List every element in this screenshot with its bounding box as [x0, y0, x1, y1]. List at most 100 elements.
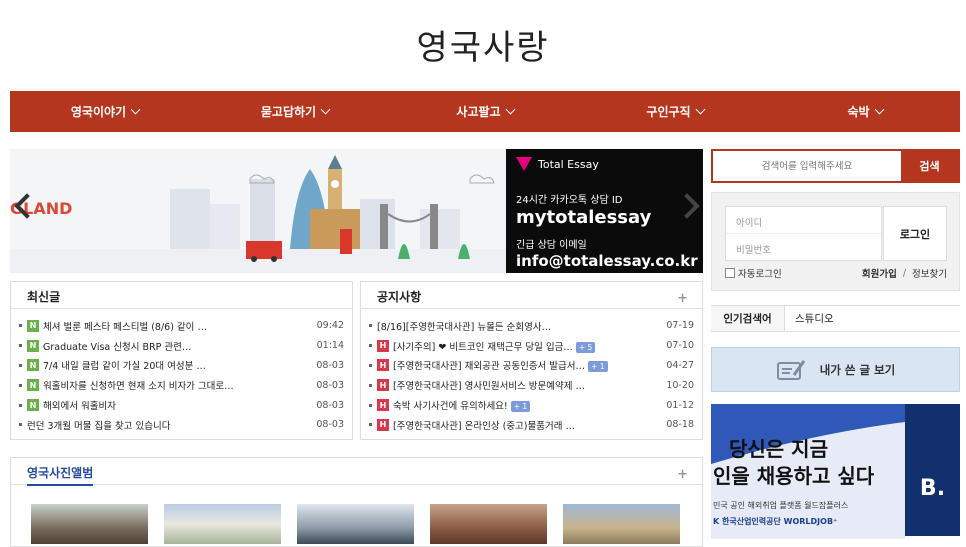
- my-posts-label: 내가 쓴 글 보기: [819, 362, 896, 377]
- album-title[interactable]: 영국사진앨범: [27, 466, 94, 486]
- notice-title-text[interactable]: 숙박 사기사건에 유의하세요! + 1: [393, 398, 660, 413]
- post-title[interactable]: 체셔 벌룬 페스타 페스티벌 (8/6) 같이 …: [43, 319, 311, 333]
- new-badge: N: [27, 399, 39, 412]
- bullet-icon: [19, 324, 22, 328]
- list-item[interactable]: H [사기주의] ❤ 비트코인 재택근무 당일 입금… + 5 07-10: [361, 336, 702, 356]
- london-skyline-illustration: [10, 149, 506, 273]
- totalessay-logo-icon: [516, 157, 532, 171]
- new-badge: N: [27, 379, 39, 392]
- album-more-plus-icon[interactable]: +: [677, 467, 688, 482]
- comment-count-badge: + 1: [510, 401, 531, 413]
- hot-badge: H: [377, 359, 389, 372]
- photo-album-section: 영국사진앨범 +: [10, 457, 703, 547]
- album-thumbnail[interactable]: [297, 504, 414, 544]
- post-title[interactable]: 7/4 내일 클럽 같이 가실 20대 여성분 …: [43, 358, 310, 372]
- notice-title-text[interactable]: [주영한국대사관] 재외공관 공동인증서 발급서… + 1: [393, 358, 660, 373]
- hot-badge: H: [377, 379, 389, 392]
- chevron-down-icon: [695, 104, 706, 115]
- bullet-icon: [369, 324, 372, 328]
- search-input[interactable]: [713, 151, 901, 181]
- bullet-icon: [19, 363, 22, 367]
- ad-side-panel: B.: [905, 404, 960, 536]
- list-item[interactable]: N Graduate Visa 신청시 BRP 관련… 01:14: [11, 336, 352, 356]
- nav-label: 영국이야기: [70, 105, 127, 119]
- hot-badge: H: [377, 339, 389, 352]
- album-thumbnail[interactable]: [563, 504, 680, 544]
- auto-login-label[interactable]: 자동로그인: [738, 266, 782, 280]
- signup-link[interactable]: 회원가입: [862, 266, 897, 280]
- my-posts-button[interactable]: 내가 쓴 글 보기: [711, 347, 960, 392]
- list-item[interactable]: N 체셔 벌룬 페스타 페스티벌 (8/6) 같이 … 09:42: [11, 316, 352, 336]
- search-button[interactable]: 검색: [901, 151, 958, 181]
- site-logo[interactable]: 영국사랑: [0, 20, 966, 69]
- notice-title-text[interactable]: [사기주의] ❤ 비트코인 재택근무 당일 입금… + 5: [393, 339, 660, 353]
- notice-title-text[interactable]: [8/16][주영한국대사관] 뉴몰든 순회영사…: [377, 319, 660, 333]
- list-item[interactable]: 런던 3개월 머물 집을 찾고 있습니다 08-03: [11, 415, 352, 435]
- post-date: 08-03: [316, 419, 344, 431]
- banner-line-3: 긴급 상담 이메일: [516, 240, 587, 251]
- totalessay-ad[interactable]: Total Essay 24시간 카카오톡 상담 ID mytotalessay…: [506, 149, 703, 273]
- auto-login-checkbox[interactable]: [725, 268, 735, 278]
- list-item[interactable]: N 워홀비자를 신청하면 현재 소지 비자가 그대로… 08-03: [11, 375, 352, 395]
- banner-line-2: mytotalessay: [516, 207, 652, 228]
- album-thumbnail[interactable]: [164, 504, 281, 544]
- nav-label: 구인구직: [646, 105, 691, 119]
- notice-date: 04-27: [666, 359, 694, 371]
- nav-item-market[interactable]: 사고팔고: [390, 91, 580, 132]
- notice-more-plus-icon[interactable]: +: [677, 291, 688, 306]
- latest-posts-title[interactable]: 최신글: [11, 282, 352, 309]
- post-date: 08-03: [316, 379, 344, 391]
- list-item[interactable]: [8/16][주영한국대사관] 뉴몰든 순회영사… 07-19: [361, 316, 702, 336]
- post-title[interactable]: 해외에서 워홀비자: [43, 398, 310, 412]
- bullet-icon: [19, 423, 22, 427]
- new-badge: N: [27, 319, 39, 332]
- nav-item-jobs[interactable]: 구인구직: [580, 91, 770, 132]
- chevron-down-icon: [320, 104, 331, 115]
- popular-searches: 인기검색어 스튜디오: [711, 305, 960, 332]
- notice-board-header: 공지사항 +: [361, 282, 702, 309]
- popular-search-item[interactable]: 스튜디오: [785, 311, 834, 326]
- login-button[interactable]: 로그인: [883, 206, 947, 261]
- list-item[interactable]: H [주영한국대사관] 영사민원서비스 방문예약제 … 10-20: [361, 375, 702, 395]
- new-badge: N: [27, 359, 39, 372]
- comment-count-badge: + 5: [575, 341, 596, 353]
- bullet-icon: [19, 403, 22, 407]
- chevron-down-icon: [505, 104, 516, 115]
- comment-count-badge: + 1: [588, 361, 608, 373]
- list-item[interactable]: H 숙박 사기사건에 유의하세요! + 1 01-12: [361, 395, 702, 415]
- notice-title-text[interactable]: [주영한국대사관] 영사민원서비스 방문예약제 …: [393, 378, 660, 392]
- banner-line-4: info@totalessay.co.kr: [516, 252, 698, 270]
- notice-title-text[interactable]: [주영한국대사관] 온라인상 (중고)물품거래 …: [393, 418, 660, 432]
- nav-item-lodging[interactable]: 숙박: [770, 91, 960, 132]
- post-title[interactable]: 워홀비자를 신청하면 현재 소지 비자가 그대로…: [43, 378, 310, 392]
- list-item[interactable]: N 해외에서 워홀비자 08-03: [11, 395, 352, 415]
- notice-date: 07-10: [666, 340, 694, 352]
- nav-item-uk-story[interactable]: 영국이야기: [10, 91, 200, 132]
- album-thumbnail[interactable]: [430, 504, 547, 544]
- password-field[interactable]: 비밀번호: [726, 234, 881, 261]
- bullet-icon: [369, 363, 372, 367]
- post-date: 08-03: [316, 359, 344, 371]
- worldjob-ad[interactable]: 당신은 지금 인을 채용하고 싶다 민국 공인 해외취업 플랫폼 월드잡플러스 …: [711, 404, 960, 539]
- username-field[interactable]: 아이디: [726, 207, 881, 234]
- nav-item-qna[interactable]: 묻고답하기: [200, 91, 390, 132]
- totalessay-brand: Total Essay: [516, 157, 693, 171]
- notice-title[interactable]: 공지사항: [377, 290, 421, 304]
- find-info-link[interactable]: 정보찾기: [912, 266, 947, 280]
- list-item[interactable]: H [주영한국대사관] 온라인상 (중고)물품거래 … 08-18: [361, 415, 702, 435]
- post-date: 09:42: [316, 320, 344, 332]
- album-thumbnail[interactable]: [31, 504, 148, 544]
- ad-headline-1: 당신은 지금: [729, 437, 828, 461]
- hot-badge: H: [377, 418, 389, 431]
- bullet-icon: [19, 383, 22, 387]
- notice-title-label: [사기주의] ❤ 비트코인 재택근무 당일 입금…: [393, 341, 573, 353]
- main-banner[interactable]: GLAND Total Essay 24시간 카카오톡 상담 ID mytota…: [10, 149, 703, 273]
- post-title[interactable]: Graduate Visa 신청시 BRP 관련…: [43, 339, 311, 353]
- list-item[interactable]: N 7/4 내일 클럽 같이 가실 20대 여성분 … 08-03: [11, 356, 352, 376]
- chevron-down-icon: [130, 104, 141, 115]
- post-title[interactable]: 런던 3개월 머물 집을 찾고 있습니다: [27, 418, 310, 432]
- post-date: 01:14: [316, 340, 344, 352]
- write-document-icon: [776, 359, 805, 380]
- list-item[interactable]: H [주영한국대사관] 재외공관 공동인증서 발급서… + 1 04-27: [361, 356, 702, 376]
- notice-title-label: 숙박 사기사건에 유의하세요!: [393, 401, 508, 413]
